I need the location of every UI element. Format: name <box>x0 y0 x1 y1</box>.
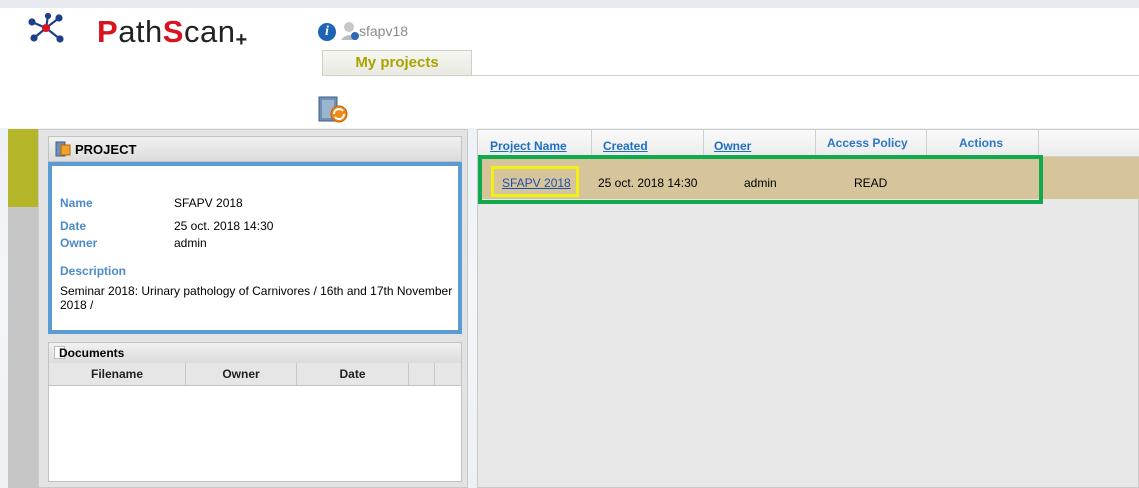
documents-title: Documents <box>59 346 125 360</box>
owner-label: Owner <box>60 236 98 250</box>
created-cell: 25 oct. 2018 14:30 <box>598 176 698 190</box>
refresh-icon[interactable] <box>317 95 351 123</box>
project-icon <box>55 141 71 157</box>
owner-cell: admin <box>744 176 777 190</box>
username-link[interactable]: sfapv18 <box>359 23 408 39</box>
date-value: 25 oct. 2018 14:30 <box>174 219 274 233</box>
date-label: Date <box>60 219 87 233</box>
column-date[interactable]: Date <box>297 363 409 385</box>
documents-column-headers: Filename Owner Date <box>49 363 461 386</box>
name-label: Name <box>60 196 93 210</box>
description-value: Seminar 2018: Urinary pathology of Carni… <box>60 284 453 312</box>
owner-value: admin <box>174 236 207 250</box>
column-owner[interactable]: Owner <box>704 130 816 156</box>
column-extra <box>409 363 435 385</box>
access-policy-cell: READ <box>854 176 888 190</box>
column-extra <box>435 363 461 385</box>
column-created[interactable]: Created <box>592 130 704 156</box>
project-panel-title: PROJECT <box>75 142 137 157</box>
side-bar <box>8 207 38 488</box>
projects-grid-header: Project Name Created Owner Access Policy… <box>478 130 1139 157</box>
app-logo-text: PathScan+ <box>97 14 248 51</box>
documents-panel: Documents Filename Owner Date <box>48 342 462 482</box>
project-panel-header: PROJECT <box>48 136 462 162</box>
pathscan-logo-icon <box>26 13 66 43</box>
column-owner[interactable]: Owner <box>186 363 297 385</box>
description-label: Description <box>60 264 127 278</box>
column-project-name[interactable]: Project Name <box>478 130 592 156</box>
tab-my-projects[interactable]: My projects <box>322 50 472 76</box>
info-icon[interactable]: i <box>318 23 336 41</box>
documents-header: Documents <box>49 343 461 364</box>
tab-divider <box>322 75 1139 76</box>
side-accent-bar <box>8 129 38 207</box>
column-actions: Actions <box>927 130 1039 156</box>
column-filename[interactable]: Filename <box>49 363 186 385</box>
project-info-box: Name SFAPV 2018 Date 25 oct. 2018 14:30 … <box>48 162 462 334</box>
project-name-link[interactable]: SFAPV 2018 <box>502 176 571 190</box>
name-value: SFAPV 2018 <box>174 196 243 210</box>
column-access-policy: Access Policy <box>816 130 927 156</box>
